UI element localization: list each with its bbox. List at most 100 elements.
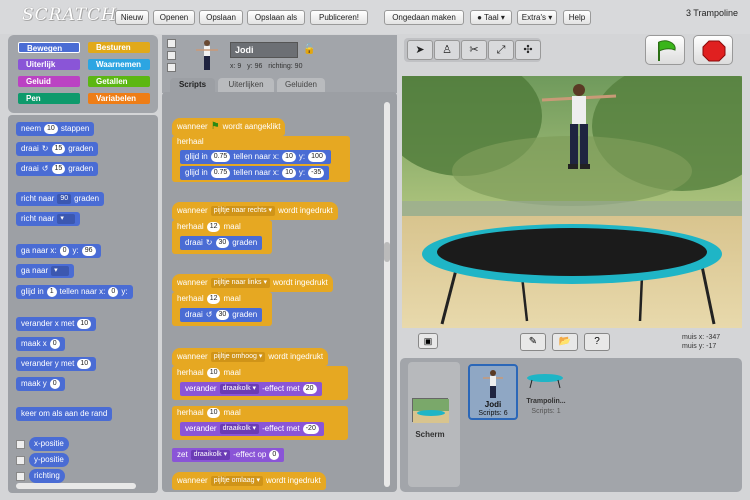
green-flag-button[interactable] — [645, 35, 685, 65]
move-steps-input[interactable]: 10 — [44, 124, 58, 134]
glide-y-input[interactable]: -35 — [308, 168, 325, 178]
stage[interactable] — [402, 76, 742, 328]
stage-thumbnail[interactable] — [412, 398, 449, 423]
choose-sprite-folder-icon[interactable]: 📂 — [552, 333, 578, 351]
publish-button[interactable]: Publiceren! — [310, 10, 368, 25]
palette-goto-block[interactable]: ga naar ▾ — [16, 264, 75, 278]
glide-secs-input[interactable]: 1 — [46, 287, 57, 297]
turn-left-input[interactable]: 15 — [51, 164, 66, 174]
change-x-input[interactable]: 10 — [77, 319, 92, 329]
direction-reporter[interactable]: richting — [29, 469, 65, 483]
category-motion[interactable]: Bewegen — [18, 42, 80, 53]
xpos-reporter[interactable]: x-positie — [29, 437, 69, 451]
category-pen[interactable]: Pen — [18, 93, 80, 104]
ypos-checkbox[interactable] — [16, 455, 25, 465]
effect-dropdown[interactable]: draaikolk ▾ — [219, 424, 260, 434]
repeat-count-input[interactable]: 12 — [206, 222, 221, 232]
effect-value-input[interactable]: 0 — [269, 450, 280, 460]
when-flag-clicked-hat[interactable]: wanneer ⚑ wordt aangeklikt — [172, 118, 286, 136]
effect-amount-input[interactable]: -20 — [302, 424, 319, 434]
goto-x-input[interactable]: 0 — [59, 246, 70, 256]
set-y-input[interactable]: 0 — [49, 379, 60, 389]
effect-dropdown[interactable]: draaikolk ▾ — [190, 450, 231, 460]
when-key-up-hat[interactable]: wanneer pijltje omhoog ▾ wordt ingedrukt — [172, 348, 329, 366]
repeat-loop-right[interactable]: herhaal 12 maal draai ↻ 30 graden — [172, 220, 272, 254]
palette-change-y-block[interactable]: verander y met 10 — [16, 357, 97, 371]
category-variables[interactable]: Variabelen — [88, 93, 150, 104]
save-as-button[interactable]: Opslaan als — [247, 10, 305, 25]
rotation-style-rotate-icon[interactable] — [167, 39, 176, 48]
ypos-reporter[interactable]: y-positie — [29, 453, 69, 467]
repeat-count-input[interactable]: 12 — [206, 294, 221, 304]
category-sensing[interactable]: Waarnemen — [88, 59, 150, 70]
glide-x-input[interactable]: 0 — [108, 287, 119, 297]
turn-degrees-input[interactable]: 30 — [215, 238, 230, 248]
set-x-input[interactable]: 0 — [49, 339, 60, 349]
lock-icon[interactable]: 🔓 — [303, 44, 315, 55]
change-effect-block-2[interactable]: verander draaikolk ▾ -effect met -20 — [180, 422, 324, 436]
palette-change-x-block[interactable]: verander x met 10 — [16, 317, 97, 331]
glide-block-1[interactable]: glijd in 0.75 tellen naar x: 10 y: 100 — [180, 150, 331, 164]
when-key-down-hat[interactable]: wanneer pijltje omlaag ▾ wordt ingedrukt — [172, 472, 326, 490]
palette-goto-xy-block[interactable]: ga naar x: 0 y: 96 — [16, 244, 101, 258]
sprite-tile-jodi[interactable]: Jodi Scripts: 6 — [468, 364, 518, 420]
arrow-tool-icon[interactable]: ➤ — [407, 40, 433, 60]
glide-secs-input[interactable]: 0.75 — [210, 152, 231, 162]
scripts-scrollbar[interactable] — [384, 102, 390, 487]
rotation-style-flip-icon[interactable] — [167, 51, 176, 60]
help-button[interactable]: Help — [563, 10, 591, 25]
palette-turn-left-block[interactable]: draai ↺ 15 graden — [16, 162, 99, 176]
repeat-count-input[interactable]: 10 — [206, 408, 221, 418]
stamp-tool-icon[interactable]: ♙ — [434, 40, 460, 60]
category-sound[interactable]: Geluid — [18, 76, 80, 87]
scissors-tool-icon[interactable]: ✂ — [461, 40, 487, 60]
grow-tool-icon[interactable]: ⤢ — [488, 40, 514, 60]
paint-new-sprite-icon[interactable]: ✎ — [520, 333, 546, 351]
direction-checkbox[interactable] — [16, 471, 25, 481]
palette-turn-right-block[interactable]: draai ↻ 15 graden — [16, 142, 99, 156]
when-key-left-hat[interactable]: wanneer pijltje naar links ▾ wordt ingedru… — [172, 274, 333, 292]
turn-left-block[interactable]: draai ↺ 30 graden — [180, 308, 263, 322]
change-effect-block-1[interactable]: verander draaikolk ▾ -effect met 20 — [180, 382, 322, 396]
surprise-sprite-icon[interactable]: ? — [584, 333, 610, 351]
sprite-tile-trampoline[interactable]: Trampolin... Scripts: 1 — [522, 364, 570, 420]
key-dropdown[interactable]: pijltje naar rechts ▾ — [210, 206, 276, 216]
change-y-input[interactable]: 10 — [77, 359, 92, 369]
shrink-tool-icon[interactable]: ✣ — [515, 40, 541, 60]
xpos-checkbox[interactable] — [16, 439, 25, 449]
key-dropdown[interactable]: pijltje naar links ▾ — [210, 278, 271, 288]
repeat-count-input[interactable]: 10 — [206, 368, 221, 378]
set-effect-block[interactable]: zet draaikolk ▾ -effect op 0 — [172, 448, 285, 462]
turn-degrees-input[interactable]: 30 — [215, 310, 230, 320]
effect-dropdown[interactable]: draaikolk ▾ — [219, 384, 260, 394]
palette-point-direction-block[interactable]: richt naar 90 graden — [16, 192, 105, 206]
glide-x-input[interactable]: 10 — [282, 152, 296, 162]
turn-right-block[interactable]: draai ↻ 30 graden — [180, 236, 263, 250]
scripts-area[interactable]: wanneer ⚑ wordt aangeklikt herhaal glijd i… — [162, 92, 397, 492]
goto-y-input[interactable]: 96 — [81, 246, 96, 256]
glide-block-2[interactable]: glijd in 0.75 tellen naar x: 10 y: -35 — [180, 166, 330, 180]
glide-x-input[interactable]: 10 — [282, 168, 296, 178]
glide-y-input[interactable]: 100 — [308, 152, 326, 162]
turn-right-input[interactable]: 15 — [51, 144, 66, 154]
tab-sounds[interactable]: Geluiden — [277, 78, 325, 92]
extras-button[interactable]: Extra's ▾ — [517, 10, 557, 25]
effect-amount-input[interactable]: 20 — [302, 384, 317, 394]
rotation-style-none-icon[interactable] — [167, 63, 176, 72]
repeat-loop-up-1[interactable]: herhaal 10 maal verander draaikolk ▾ -effect… — [172, 366, 348, 400]
stop-button[interactable] — [693, 35, 733, 65]
category-control[interactable]: Besturen — [88, 42, 150, 53]
new-button[interactable]: Nieuw — [115, 10, 149, 25]
repeat-loop-up-2[interactable]: herhaal 10 maal verander draaikolk ▾ -effect… — [172, 406, 348, 440]
category-operators[interactable]: Getallen — [88, 76, 150, 87]
palette-bounce-block[interactable]: keer om als aan de rand — [16, 407, 113, 421]
target-dropdown[interactable]: ▾ — [57, 214, 76, 224]
key-dropdown[interactable]: pijltje omlaag ▾ — [210, 476, 264, 486]
direction-dropdown[interactable]: 90 — [57, 194, 72, 204]
undo-button[interactable]: Ongedaan maken — [384, 10, 464, 25]
category-looks[interactable]: Uiterlijk — [18, 59, 80, 70]
palette-move-block[interactable]: neem 10 stappen — [16, 122, 95, 136]
palette-scrollbar[interactable] — [16, 483, 136, 489]
sprite-name-input[interactable]: Jodi — [230, 42, 298, 58]
glide-secs-input[interactable]: 0.75 — [210, 168, 231, 178]
